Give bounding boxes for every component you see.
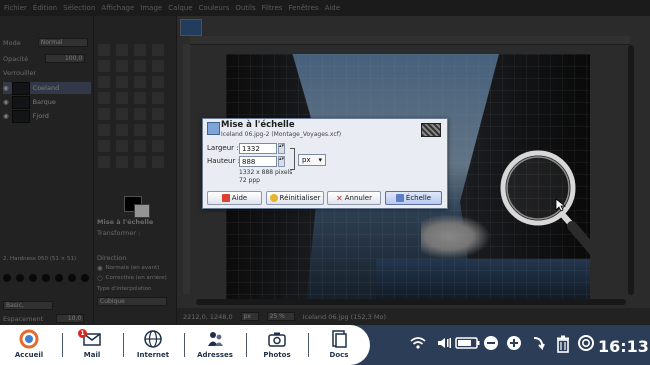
chain-link-icon[interactable] — [290, 148, 295, 170]
dock-label: Adresses — [197, 351, 233, 359]
zoom-in-icon[interactable] — [506, 335, 522, 351]
width-field[interactable]: 1332 — [239, 143, 277, 154]
wifi-icon[interactable] — [410, 335, 426, 351]
docs-icon — [332, 330, 347, 348]
unit-select[interactable]: px ▾ — [298, 154, 326, 166]
dock-internet[interactable]: Internet — [126, 329, 180, 363]
contacts-icon — [208, 332, 223, 346]
dock-docs[interactable]: Docs — [312, 329, 366, 363]
dock-separator — [246, 333, 247, 357]
height-field[interactable]: 888 — [239, 156, 277, 167]
zoom-out-icon[interactable] — [483, 335, 499, 351]
dock-separator — [308, 333, 309, 357]
help-button[interactable]: Aide — [207, 191, 262, 205]
reset-button[interactable]: Réinitialiser — [266, 191, 324, 205]
size-info: 1332 x 888 pixels — [239, 169, 293, 176]
scale-icon — [207, 122, 220, 135]
resolution-info: 72 ppp — [239, 177, 260, 184]
help-label: Aide — [231, 194, 248, 202]
dock-label: Photos — [263, 351, 291, 359]
dock-mail[interactable]: Mail — [65, 329, 119, 363]
dock-home[interactable]: Accueil — [2, 329, 56, 363]
dock-label: Internet — [136, 351, 170, 359]
scale-button[interactable]: Échelle — [385, 191, 442, 205]
dock-separator — [184, 333, 185, 357]
scale-dialog: Mise à l'échelle Iceland 06.jpg-2 (Monta… — [202, 118, 448, 209]
dock-contacts[interactable]: Adresses — [188, 329, 242, 363]
dock-label: Mail — [83, 351, 101, 359]
width-spin-icon[interactable]: ▴▾ — [278, 143, 285, 154]
home-icon — [19, 329, 39, 349]
height-label: Hauteur : — [207, 157, 240, 165]
battery-icon — [455, 337, 480, 349]
help-icon — [221, 194, 230, 202]
dock-separator — [123, 333, 124, 357]
camera-icon — [268, 332, 286, 347]
app-dock: Accueil Mail Internet Adresses Photos Do… — [0, 325, 370, 365]
magnifier-icon — [500, 150, 600, 259]
mail-badge: 1 — [78, 329, 87, 338]
chevron-down-icon: ▾ — [318, 156, 322, 164]
cancel-icon: ✕ — [336, 193, 343, 203]
cancel-label: Annuler — [344, 194, 372, 202]
height-spin-icon[interactable]: ▴▾ — [278, 156, 285, 167]
dock-label: Docs — [329, 351, 349, 359]
width-label: Largeur : — [207, 144, 239, 152]
dock-separator — [62, 333, 63, 357]
scale-label: Échelle — [405, 194, 432, 202]
help-icon[interactable] — [578, 335, 594, 351]
dialog-title: Mise à l'échelle — [221, 120, 295, 130]
trash-icon[interactable] — [555, 335, 571, 353]
scale-button-icon — [395, 194, 404, 202]
dock-photos[interactable]: Photos — [250, 329, 304, 363]
clock: 16:13 — [598, 337, 649, 356]
unit-value: px — [302, 156, 311, 164]
dock-label: Accueil — [14, 351, 44, 359]
reset-label: Réinitialiser — [279, 194, 321, 202]
cancel-button[interactable]: ✕ Annuler — [327, 191, 381, 205]
layer-preview — [421, 123, 441, 137]
back-icon[interactable] — [530, 335, 546, 351]
dialog-subtitle: Iceland 06.jpg-2 (Montage_Voyages.xcf) — [221, 131, 342, 138]
volume-icon[interactable] — [436, 335, 452, 351]
globe-icon — [144, 330, 162, 348]
dialog-header: Mise à l'échelle Iceland 06.jpg-2 (Monta… — [205, 120, 445, 138]
reset-icon — [269, 194, 278, 202]
